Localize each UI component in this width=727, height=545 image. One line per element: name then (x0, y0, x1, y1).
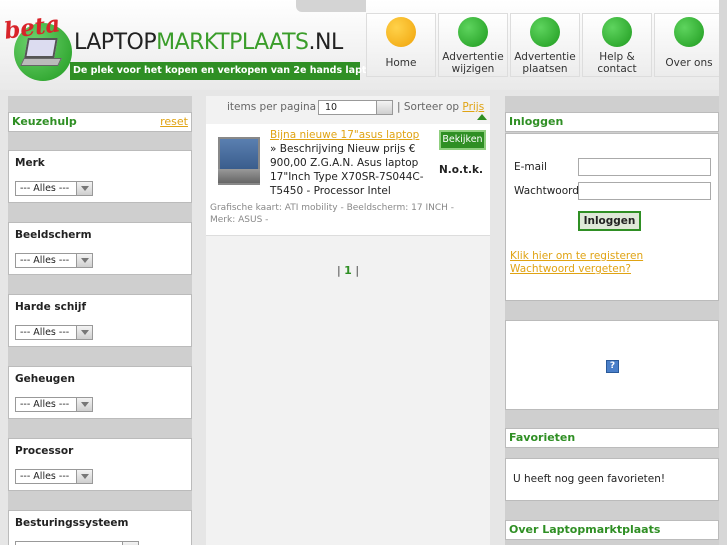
password-field[interactable] (578, 182, 711, 200)
nav-label: Advertentie wijzigen (442, 51, 504, 75)
results-column: items per pagina 10 | Sorteer op Prijs B… (206, 96, 490, 545)
circle-icon (530, 17, 560, 47)
nav-label: Help & contact (597, 51, 637, 75)
password-label: Wachtwoord (514, 185, 579, 197)
laptop-thumbnail[interactable] (218, 137, 260, 185)
filter-harde-schijf: Harde schijf --- Alles --- (8, 294, 192, 347)
reset-link[interactable]: reset (160, 113, 188, 131)
harde-schijf-select[interactable]: --- Alles --- (15, 325, 93, 340)
listing-description: » Beschrijving Nieuw prijs € 900,00 Z.G.… (270, 143, 424, 197)
processor-select[interactable]: --- Alles --- (15, 469, 93, 484)
chevron-down-icon (76, 398, 92, 411)
about-header: Over Laptopmarktplaats (505, 520, 719, 540)
nav-home[interactable]: Home (366, 13, 436, 77)
nav-advertentie-plaatsen[interactable]: Advertentie plaatsen (510, 13, 580, 77)
brand-laptop: LAPTOP (74, 30, 157, 55)
page-1-link[interactable]: 1 (344, 264, 352, 277)
keuzehulp-title: Keuzehulp (12, 115, 77, 128)
beeldscherm-select[interactable]: --- Alles --- (15, 253, 93, 268)
circle-icon (674, 17, 704, 47)
tagline: De plek voor het kopen en verkopen van 2… (70, 62, 385, 80)
sort-label: Sorteer op (403, 101, 460, 113)
select-value: --- Alles --- (20, 399, 70, 410)
nav-label: Home (385, 57, 417, 69)
nav-advertentie-wijzigen[interactable]: Advertentie wijzigen (438, 13, 508, 77)
select-value: --- Alles --- (20, 471, 70, 482)
select-value: 10 (325, 102, 338, 113)
filter-processor: Processor --- Alles --- (8, 438, 192, 491)
items-per-page-label: items per pagina (227, 101, 317, 113)
listing-title-link[interactable]: Bijna nieuwe 17"asus laptop (270, 129, 419, 141)
ad-box: ? (505, 320, 719, 410)
favorites-empty-text: U heeft nog geen favorieten! (513, 473, 666, 485)
chevron-down-icon (76, 470, 92, 483)
listing-meta: Grafische kaart: ATI mobility - Beeldsch… (210, 203, 454, 225)
nav-over-ons[interactable]: Over ons (654, 13, 724, 77)
header-tab-strip (296, 0, 366, 12)
chevron-down-icon (76, 254, 92, 267)
chevron-down-icon (376, 101, 392, 114)
question-icon[interactable]: ? (606, 360, 619, 373)
merk-select[interactable]: --- Alles --- (15, 181, 93, 196)
forgot-password-link[interactable]: Wachtwoord vergeten? (510, 263, 631, 275)
favorites-box: U heeft nog geen favorieten! (505, 458, 719, 501)
sort-control: | Sorteer op Prijs (397, 101, 484, 113)
sort-prijs-link[interactable]: Prijs (462, 101, 484, 113)
nav-help-contact[interactable]: Help & contact (582, 13, 652, 77)
filter-label: Beeldscherm (15, 229, 92, 241)
select-value: --- Alles --- (20, 327, 70, 338)
select-value: --- Alles --- (20, 255, 70, 266)
besturingssysteem-select[interactable] (15, 541, 139, 545)
chevron-down-icon (76, 182, 92, 195)
separator: | (397, 101, 401, 113)
email-field[interactable] (578, 158, 711, 176)
pagination: | 1 | (206, 264, 490, 277)
logo-laptop-base (20, 58, 62, 66)
geheugen-select[interactable]: --- Alles --- (15, 397, 93, 412)
filter-merk: Merk --- Alles --- (8, 150, 192, 203)
select-value: --- Alles --- (20, 183, 70, 194)
listing-item: Bijna nieuwe 17"asus laptop » Beschrijvi… (206, 124, 490, 236)
site-logo-text[interactable]: LAPTOPMARKTPLAATS.NL (74, 30, 343, 55)
chevron-down-icon (76, 326, 92, 339)
inloggen-header: Inloggen (505, 112, 719, 132)
register-link[interactable]: Klik hier om te registeren (510, 250, 643, 262)
home-circle-icon (386, 17, 416, 47)
filter-geheugen: Geheugen --- Alles --- (8, 366, 192, 419)
filter-label: Geheugen (15, 373, 75, 385)
circle-icon (602, 17, 632, 47)
filter-label: Harde schijf (15, 301, 87, 313)
filter-beeldscherm: Beeldscherm --- Alles --- (8, 222, 192, 275)
inloggen-button[interactable]: Inloggen (578, 211, 641, 231)
filter-besturingssysteem: Besturingssysteem (8, 510, 192, 545)
page-right-edge (719, 0, 727, 545)
brand-nl: .NL (308, 30, 344, 55)
listing-price: N.o.t.k. (439, 164, 483, 176)
pager-prefix: | (336, 264, 341, 277)
nav-label: Advertentie plaatsen (514, 51, 576, 75)
email-label: E-mail (514, 161, 547, 173)
brand-marktplaats: MARKTPLAATS (156, 30, 309, 55)
bekijken-button[interactable]: Bekijken (439, 130, 486, 150)
items-per-page-select[interactable]: 10 (318, 100, 393, 115)
nav-label: Over ons (665, 57, 713, 69)
favorieten-header: Favorieten (505, 428, 719, 448)
keuzehulp-header: Keuzehulp reset (8, 112, 192, 132)
login-box: E-mail Wachtwoord Inloggen Klik hier om … (505, 133, 719, 301)
sort-ascending-icon (477, 114, 487, 120)
pager-suffix: | (355, 264, 360, 277)
filter-label: Besturingssysteem (15, 517, 129, 529)
filter-label: Processor (15, 445, 74, 457)
circle-icon (458, 17, 488, 47)
filter-label: Merk (15, 157, 45, 169)
